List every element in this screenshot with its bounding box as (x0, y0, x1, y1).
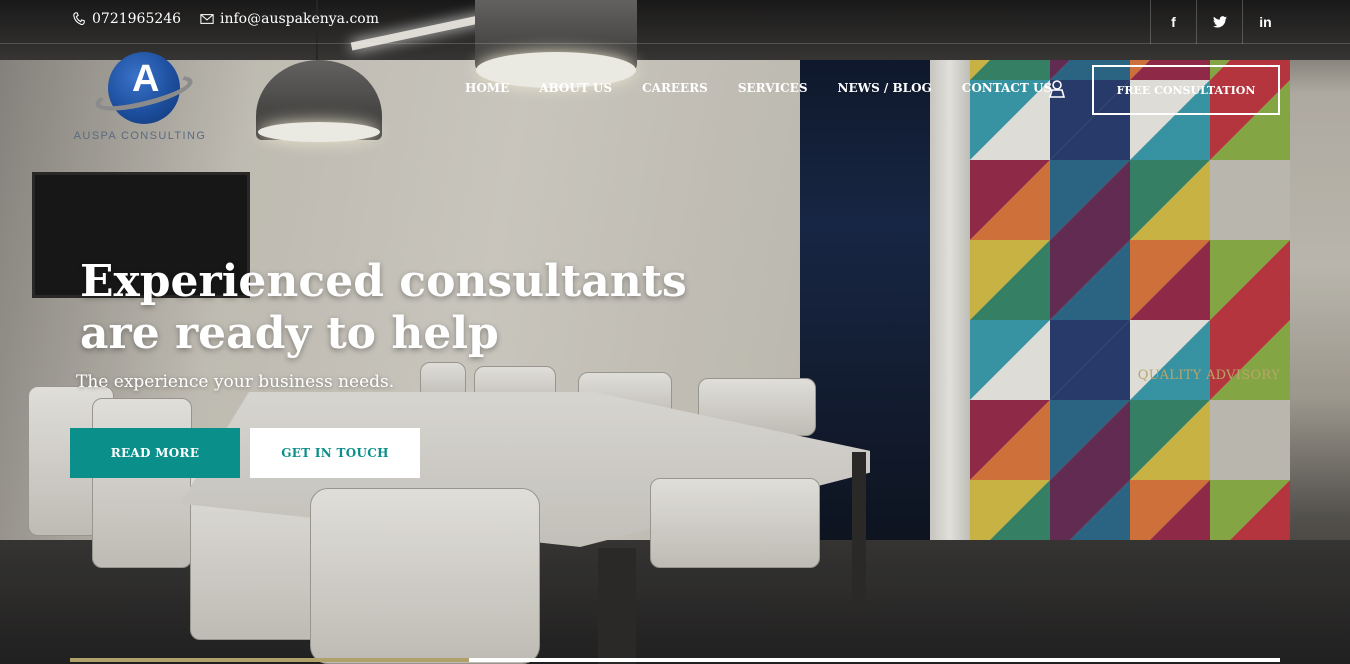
email-contact[interactable]: info@auspakenya.com (200, 11, 379, 27)
logo-letter: A (132, 58, 160, 100)
phone-icon (73, 12, 85, 25)
nav-item-news-blog[interactable]: NEWS / BLOG (838, 81, 932, 95)
phone-number: 0721965246 (92, 11, 182, 27)
read-more-button[interactable]: READ MORE (70, 428, 240, 478)
nav-item-services[interactable]: SERVICES (738, 81, 808, 95)
slider-progress-bar (70, 658, 1280, 662)
nav-item-contact-us[interactable]: CONTACT US (962, 81, 1052, 95)
user-account-icon[interactable] (1047, 79, 1067, 99)
nav-item-home[interactable]: HOME (465, 81, 509, 95)
twitter-bird-icon (1212, 16, 1227, 28)
social-links: f in (1150, 0, 1288, 44)
main-nav: HOME ABOUT US CAREERS SERVICES NEWS / BL… (450, 81, 1082, 95)
envelope-icon (200, 14, 214, 24)
slider-progress-fill (70, 658, 470, 662)
hero-subtitle: The experience your business needs. (76, 372, 395, 392)
nav-item-careers[interactable]: CAREERS (642, 81, 708, 95)
hero-title: Experienced consultants are ready to hel… (80, 256, 720, 360)
get-in-touch-button[interactable]: GET IN TOUCH (250, 428, 420, 478)
email-address: info@auspakenya.com (220, 11, 379, 27)
twitter-icon[interactable] (1196, 0, 1242, 44)
free-consultation-button[interactable]: FREE CONSULTATION (1092, 65, 1280, 115)
hero-title-line-2: are ready to help (80, 308, 499, 359)
nav-item-about-us[interactable]: ABOUT US (539, 81, 612, 95)
phone-contact[interactable]: 0721965246 (72, 11, 181, 27)
top-bar: 0721965246 info@auspakenya.com f in (0, 0, 1350, 44)
facebook-icon[interactable]: f (1150, 0, 1196, 44)
logo-text: AUSPA CONSULTING (73, 130, 207, 142)
quality-advisory-tag: QUALITY ADVISORY (1137, 368, 1280, 383)
linkedin-icon[interactable]: in (1242, 0, 1288, 44)
hero-title-line-1: Experienced consultants (80, 256, 687, 307)
site-logo[interactable]: A AUSPA CONSULTING (70, 50, 210, 160)
